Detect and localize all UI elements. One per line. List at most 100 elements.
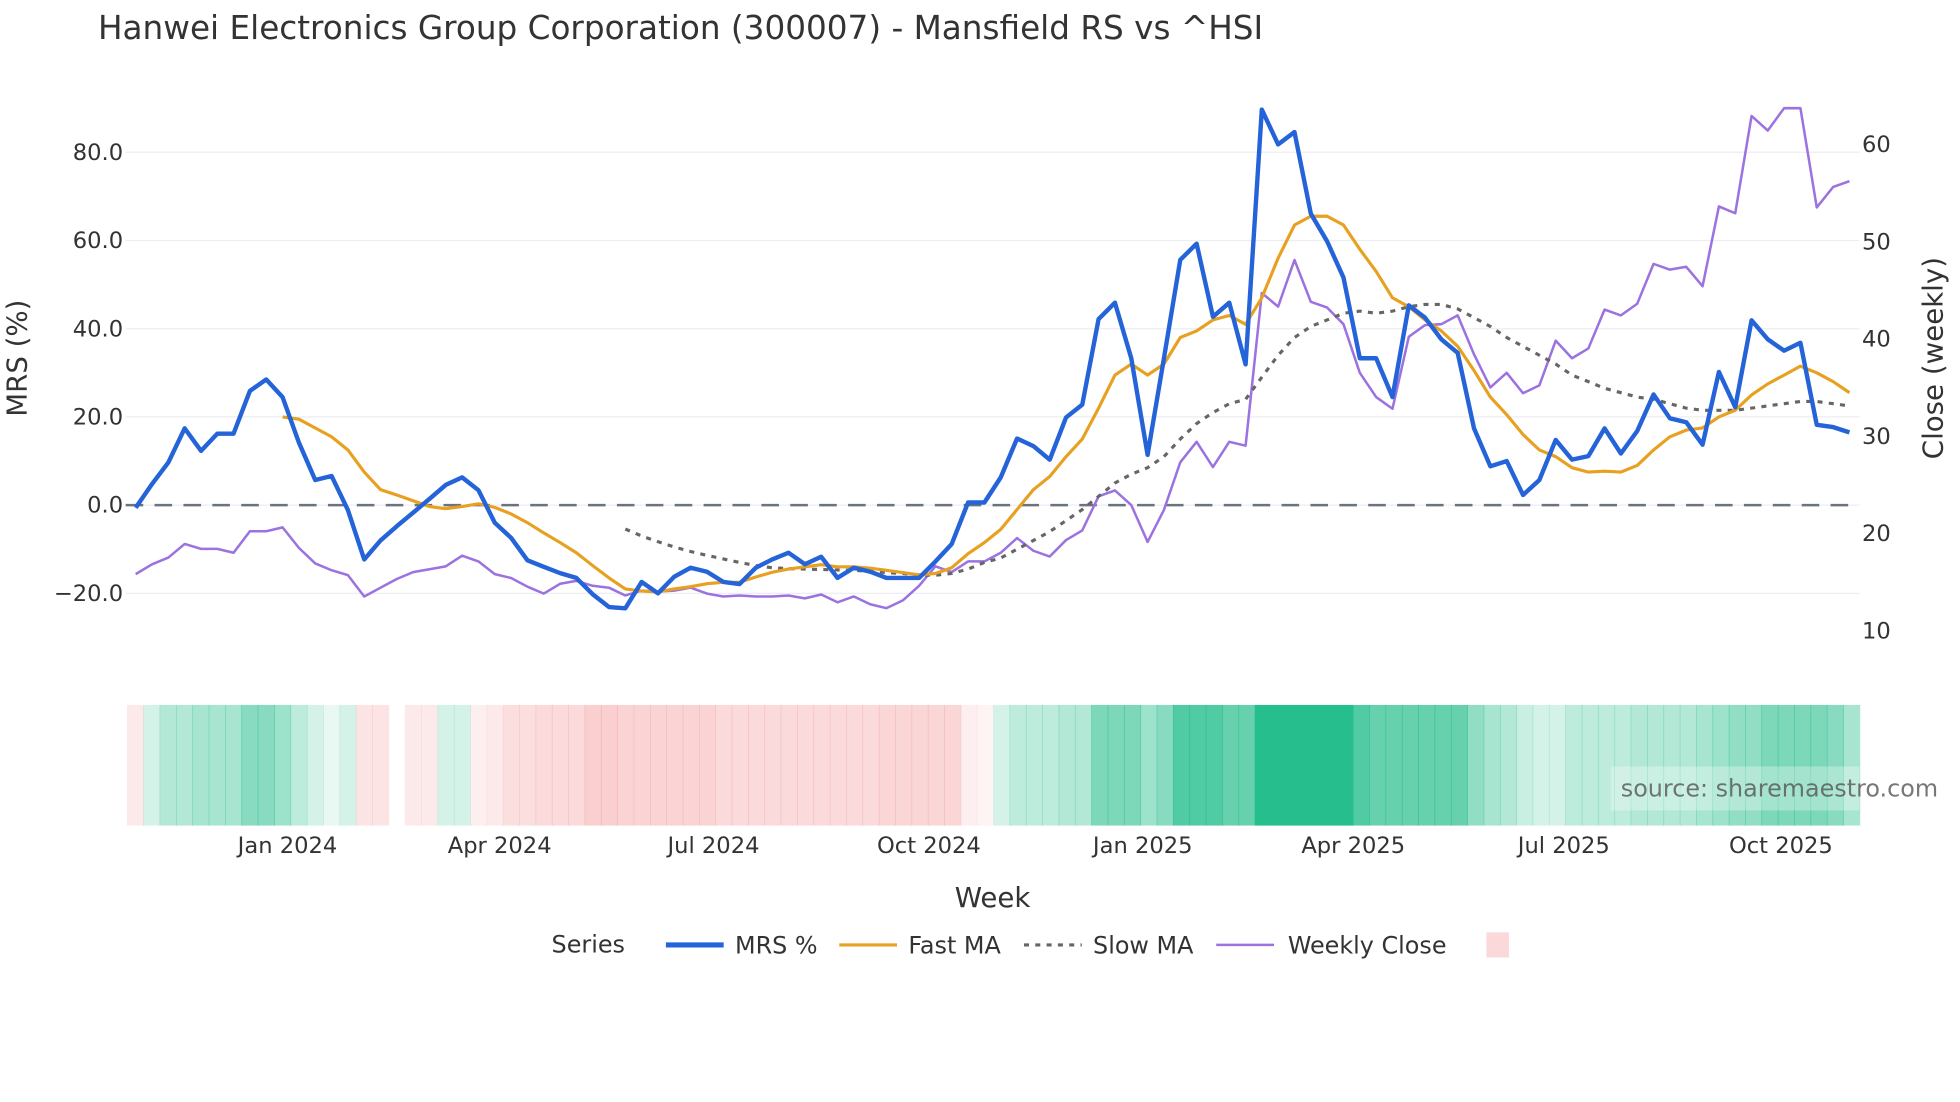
heatmap-cell	[829, 704, 847, 826]
heatmap-cell	[1058, 704, 1076, 826]
heatmap-cell	[1074, 704, 1093, 826]
heatmap-cell	[960, 704, 978, 826]
series-line-fast-ma	[282, 214, 1851, 594]
series-line-mrs	[133, 107, 1851, 611]
heatmap-cell	[1042, 704, 1060, 826]
legend-label: Weekly Close	[1288, 932, 1447, 960]
heatmap-cell	[813, 704, 831, 826]
legend-item-weekly-close[interactable]: Weekly Close	[1216, 932, 1447, 960]
heatmap-cell	[568, 704, 586, 826]
heatmap-cell	[846, 704, 864, 826]
heatmap-cell	[617, 704, 635, 826]
heatmap-cell	[323, 704, 341, 826]
heatmap-cell	[1336, 704, 1354, 826]
y-tick-label: 40.0	[73, 316, 123, 342]
mrs-chart: Hanwei Electronics Group Corporation (30…	[0, 9, 1949, 960]
y2-tick-label: 30	[1862, 424, 1891, 450]
heatmap-cell	[224, 704, 243, 826]
heatmap-cell	[519, 704, 537, 826]
heatmap-cell	[1467, 704, 1485, 826]
heatmap-cell	[1581, 704, 1599, 826]
heatmap-cell	[1532, 704, 1550, 826]
legend-label: Slow MA	[1093, 932, 1194, 960]
heatmap-cell	[159, 704, 177, 826]
heatmap-cell	[1401, 704, 1419, 826]
legend-label: Fast MA	[908, 932, 1001, 960]
y2-tick-label: 10	[1862, 618, 1891, 644]
gridlines	[125, 151, 1860, 594]
heatmap-cell	[290, 704, 308, 826]
heatmap-cell	[339, 704, 357, 826]
series-line-weekly-close	[135, 106, 1850, 610]
watermark: source: sharemaestro.com	[1610, 766, 1938, 811]
heatmap-cell	[372, 704, 390, 826]
legend: Series MRS % Fast MA Slow MA Weekly Close	[552, 930, 1509, 960]
heatmap-cell	[306, 704, 324, 826]
heatmap-cell	[1091, 704, 1109, 826]
heatmap-cell	[633, 704, 651, 826]
left-axis-ticks: −20.0 0.0 20.0 40.0 60.0 80.0	[54, 140, 123, 607]
heatmap-cell	[1205, 704, 1223, 826]
y2-axis-title: Close (weekly)	[1916, 257, 1949, 459]
watermark-text: source: sharemaestro.com	[1621, 775, 1938, 803]
heatmap-cell	[1156, 704, 1174, 826]
heatmap-strip	[126, 704, 1861, 826]
y-tick-label: −20.0	[54, 581, 123, 607]
x-tick-label: Apr 2024	[448, 833, 552, 859]
x-axis-ticks: Jan 2024 Apr 2024 Jul 2024 Oct 2024 Jan 2025…	[236, 833, 1833, 859]
heatmap-cell	[862, 704, 880, 826]
heatmap-cell	[1303, 704, 1321, 826]
heatmap-cell	[1418, 704, 1436, 826]
heatmap-cell	[911, 704, 929, 826]
heatmap-cell	[1320, 704, 1338, 826]
heatmap-cell	[470, 704, 488, 826]
heatmap-cell	[208, 704, 226, 826]
heatmap-cell	[453, 704, 471, 826]
legend-item-heatmap[interactable]	[1486, 932, 1509, 958]
heatmap-cell	[143, 704, 161, 826]
heatmap-cell	[1352, 704, 1370, 826]
heatmap-cell	[649, 704, 668, 826]
heatmap-cell	[748, 704, 766, 826]
legend-item-mrs[interactable]: MRS %	[665, 932, 818, 960]
x-axis-title: Week	[955, 881, 1031, 914]
series-lines	[133, 106, 1851, 611]
y2-tick-label: 60	[1862, 132, 1891, 158]
heatmap-cell	[551, 704, 569, 826]
heatmap-cell	[993, 704, 1011, 826]
x-tick-label: Jan 2025	[1091, 833, 1193, 859]
heatmap-cell	[1189, 704, 1207, 826]
heatmap-cell	[1516, 704, 1534, 826]
heatmap-cell	[682, 704, 700, 826]
heatmap-cell	[764, 704, 782, 826]
x-tick-label: Jul 2024	[665, 833, 759, 859]
y-tick-label: 20.0	[73, 404, 123, 430]
heatmap-cell	[715, 704, 733, 826]
heatmap-cell	[241, 704, 259, 826]
y-tick-label: 80.0	[73, 140, 123, 166]
heatmap-cell	[976, 704, 994, 826]
heatmap-cell	[600, 704, 619, 826]
heatmap-cell	[584, 704, 602, 826]
heatmap-cell	[1385, 704, 1403, 826]
legend-item-fast-ma[interactable]: Fast MA	[839, 932, 1001, 960]
heatmap-cell	[731, 704, 749, 826]
y-tick-label: 0.0	[87, 493, 123, 519]
heatmap-cell	[1434, 704, 1452, 826]
heatmap-cell	[878, 704, 896, 826]
heatmap-cell	[502, 704, 520, 826]
heatmap-cell	[1271, 704, 1289, 826]
heatmap-cell	[927, 704, 945, 826]
legend-item-slow-ma[interactable]: Slow MA	[1023, 932, 1194, 960]
heatmap-cell	[1499, 704, 1517, 826]
heatmap-cell	[1172, 704, 1191, 826]
heatmap-cell	[192, 704, 210, 826]
heatmap-cell	[1287, 704, 1305, 826]
heatmap-cell	[535, 704, 553, 826]
heatmap-cell	[1140, 704, 1158, 826]
heatmap-cell	[1548, 704, 1567, 826]
x-tick-label: Oct 2024	[877, 833, 981, 859]
heatmap-cell	[257, 704, 275, 826]
heatmap-cell	[421, 704, 439, 826]
heatmap-cell	[355, 704, 373, 826]
